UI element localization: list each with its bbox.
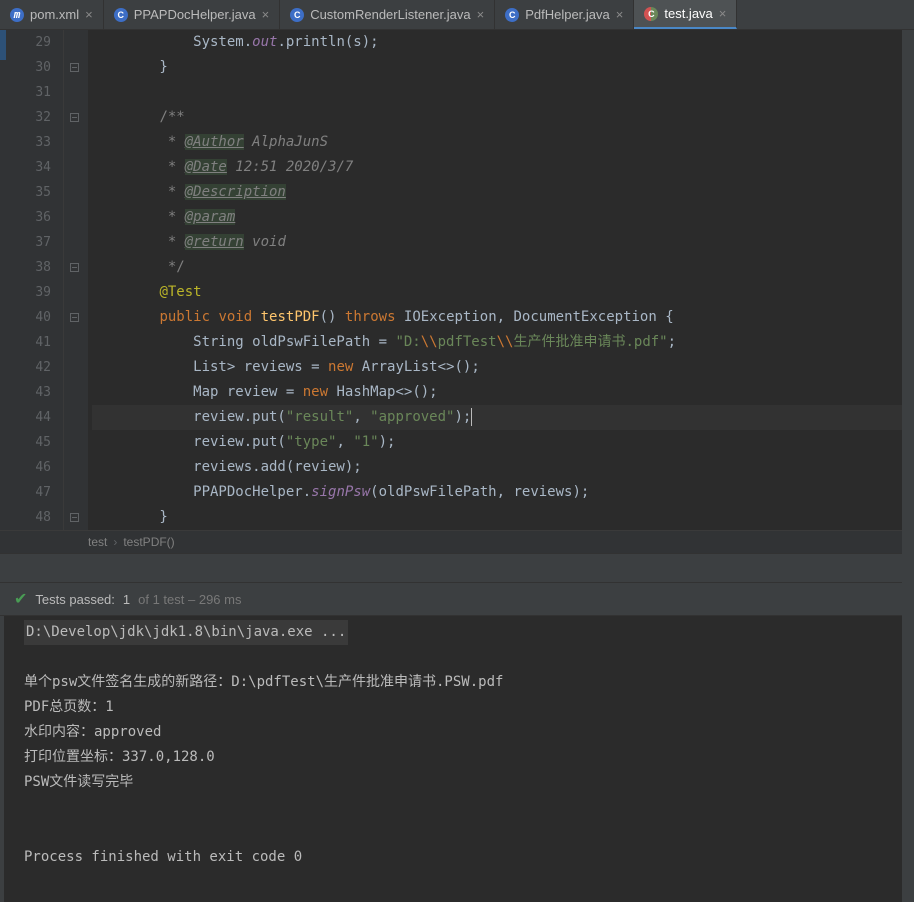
code-line[interactable]: * @return void xyxy=(92,230,914,255)
line-number[interactable]: 35 xyxy=(0,180,51,205)
code-line[interactable]: } xyxy=(92,505,914,530)
code-line[interactable]: * @Date 12:51 2020/3/7 xyxy=(92,155,914,180)
tab-CustomRenderListener-java[interactable]: C CustomRenderListener.java × xyxy=(280,0,495,29)
tab-label: PPAPDocHelper.java xyxy=(134,7,256,22)
tab-bar: m pom.xml × C PPAPDocHelper.java × C CustomRend… xyxy=(0,0,914,30)
code-line[interactable]: public void testPDF() throws IOException… xyxy=(92,305,914,330)
fold-toggle-icon[interactable] xyxy=(70,263,79,272)
line-number[interactable]: 47 xyxy=(0,480,51,505)
tab-pom-xml[interactable]: m pom.xml × xyxy=(0,0,104,29)
tab-PPAPDocHelper-java[interactable]: C PPAPDocHelper.java × xyxy=(104,0,280,29)
breadcrumb-class[interactable]: test xyxy=(88,535,107,549)
file-icon: m xyxy=(10,8,24,22)
code-line[interactable]: * @Author AlphaJunS xyxy=(92,130,914,155)
code-line[interactable]: System.out.println(s); xyxy=(92,30,914,55)
console-output[interactable]: D:\Develop\jdk\jdk1.8\bin\java.exe ... 单… xyxy=(0,616,914,902)
line-number[interactable]: 46 xyxy=(0,455,51,480)
code-line[interactable]: Map review = new HashMap<>(); xyxy=(92,380,914,405)
file-icon: C xyxy=(505,8,519,22)
fold-toggle-icon[interactable] xyxy=(70,63,79,72)
line-number[interactable]: 32 xyxy=(0,105,51,130)
code-line[interactable]: */ xyxy=(92,255,914,280)
tests-passed-count: 1 xyxy=(123,592,130,607)
tool-window-dragbar[interactable] xyxy=(0,553,914,583)
file-icon: C xyxy=(290,8,304,22)
line-number[interactable]: 48 xyxy=(0,505,51,530)
line-number[interactable]: 36 xyxy=(0,205,51,230)
line-number[interactable]: 42 xyxy=(0,355,51,380)
line-number[interactable]: 33 xyxy=(0,130,51,155)
code-line[interactable]: review.put("type", "1"); xyxy=(92,430,914,455)
tests-passed-label: Tests passed: xyxy=(35,592,115,607)
close-icon[interactable]: × xyxy=(85,8,93,21)
tab-label: pom.xml xyxy=(30,7,79,22)
tab-label: CustomRenderListener.java xyxy=(310,7,470,22)
code-line[interactable]: reviews.add(review); xyxy=(92,455,914,480)
close-icon[interactable]: × xyxy=(262,8,270,21)
scrollbar[interactable] xyxy=(902,30,914,902)
close-icon[interactable]: × xyxy=(477,8,485,21)
line-number[interactable]: 37 xyxy=(0,230,51,255)
console-command: D:\Develop\jdk\jdk1.8\bin\java.exe ... xyxy=(24,620,348,645)
tab-label: PdfHelper.java xyxy=(525,7,610,22)
tab-PdfHelper-java[interactable]: C PdfHelper.java × xyxy=(495,0,634,29)
gutter: 293031323334353637383940↻41424344💡454647… xyxy=(0,30,64,530)
line-number[interactable]: 44💡 xyxy=(0,405,51,430)
chevron-right-icon: › xyxy=(113,535,117,549)
line-number[interactable]: 30 xyxy=(0,55,51,80)
ide-root: m pom.xml × C PPAPDocHelper.java × C CustomRend… xyxy=(0,0,914,902)
code-line[interactable]: review.put("result", "approved"); xyxy=(92,405,914,430)
close-icon[interactable]: × xyxy=(616,8,624,21)
line-number[interactable]: 39 xyxy=(0,280,51,305)
line-number[interactable]: 41 xyxy=(0,330,51,355)
line-number[interactable]: 45 xyxy=(0,430,51,455)
line-number[interactable]: 38 xyxy=(0,255,51,280)
tab-label: test.java xyxy=(664,6,712,21)
line-number[interactable]: 43 xyxy=(0,380,51,405)
tab-test-java[interactable]: Ctest.java × xyxy=(634,0,737,29)
fold-toggle-icon[interactable] xyxy=(70,513,79,522)
fold-column xyxy=(64,30,88,530)
line-number[interactable]: 29 xyxy=(0,30,51,55)
line-number[interactable]: 31 xyxy=(0,80,51,105)
code-line[interactable]: List> reviews = new ArrayList<>(); xyxy=(92,355,914,380)
code-line[interactable]: * @Description xyxy=(92,180,914,205)
breadcrumb[interactable]: test › testPDF() xyxy=(0,530,914,553)
code-line[interactable]: * @param xyxy=(92,205,914,230)
fold-toggle-icon[interactable] xyxy=(70,113,79,122)
code-line[interactable]: } xyxy=(92,55,914,80)
file-icon: C xyxy=(114,8,128,22)
code-line[interactable]: /** xyxy=(92,105,914,130)
fold-toggle-icon[interactable] xyxy=(70,313,79,322)
breadcrumb-method[interactable]: testPDF() xyxy=(123,535,174,549)
code-area[interactable]: System.out.println(s); } /** * @Author A… xyxy=(88,30,914,530)
code-line[interactable]: String oldPswFilePath = "D:\\pdfTest\\生产… xyxy=(92,330,914,355)
tests-passed-suffix: of 1 test – 296 ms xyxy=(138,592,241,607)
line-number[interactable]: 40↻ xyxy=(0,305,51,330)
check-icon: ✔ xyxy=(14,589,27,609)
code-line[interactable]: PPAPDocHelper.signPsw(oldPswFilePath, re… xyxy=(92,480,914,505)
file-icon: C xyxy=(644,7,658,21)
code-line[interactable] xyxy=(92,80,914,105)
line-number[interactable]: 34 xyxy=(0,155,51,180)
close-icon[interactable]: × xyxy=(719,7,727,20)
editor: 293031323334353637383940↻41424344💡454647… xyxy=(0,30,914,530)
code-line[interactable]: @Test xyxy=(92,280,914,305)
test-status-bar: ✔ Tests passed: 1 of 1 test – 296 ms xyxy=(0,583,914,616)
